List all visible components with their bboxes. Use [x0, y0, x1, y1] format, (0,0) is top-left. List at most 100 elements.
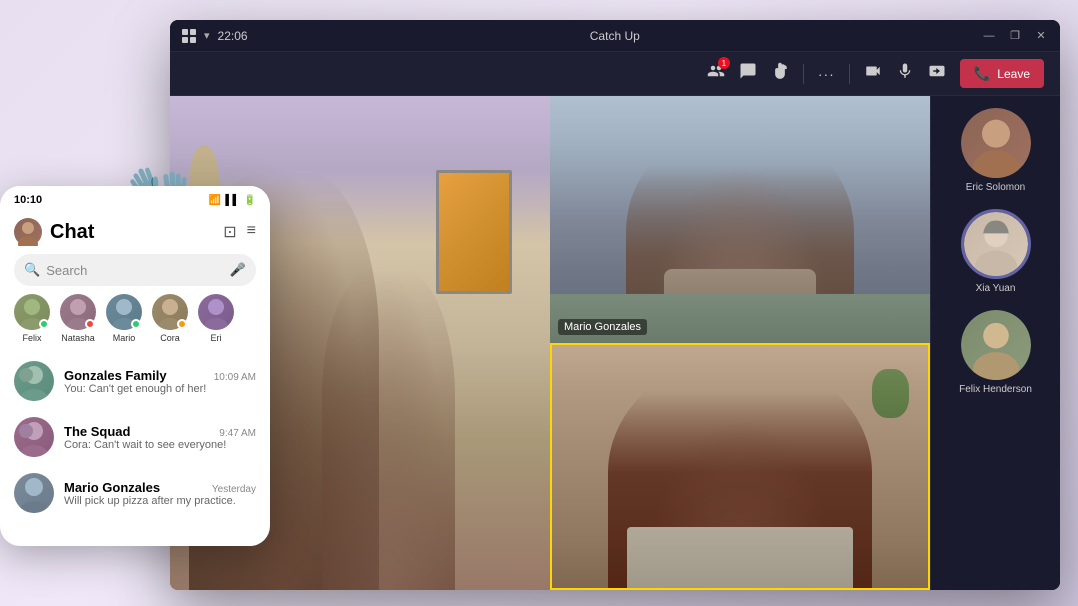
camera-button[interactable]	[864, 62, 882, 85]
mobile-status-bar: 10:10 📶 ▌▌ 🔋	[0, 186, 270, 214]
title-time: 22:06	[218, 29, 248, 43]
contact-mario[interactable]: Mario	[106, 294, 142, 343]
contact-felix[interactable]: Felix	[14, 294, 50, 343]
mario-label: Mario Gonzales	[558, 319, 647, 335]
mario-conv-top: Mario Gonzales Yesterday	[64, 480, 256, 495]
participant-xia[interactable]: Xia Yuan	[961, 209, 1031, 294]
mario-status-dot	[131, 319, 141, 329]
cora-contact-name: Cora	[160, 333, 180, 343]
video-grid: Mario Gonzales	[170, 96, 930, 590]
share-screen-button[interactable]	[928, 62, 946, 85]
participant-eric[interactable]: Eric Solomon	[961, 108, 1031, 193]
chat-list: Gonzales Family 10:09 AM You: Can't get …	[0, 353, 270, 521]
squad-preview: Cora: Can't wait to see everyone!	[64, 439, 256, 451]
contact-cora[interactable]: Cora	[152, 294, 188, 343]
mario-conv-avatar	[14, 473, 54, 513]
toolbar-icons: 1 ···	[707, 59, 1044, 88]
compose-icon[interactable]: ⊡	[223, 222, 236, 242]
grid-icon[interactable]	[182, 29, 196, 43]
eric-name: Eric Solomon	[966, 182, 1025, 193]
chat-item-squad[interactable]: The Squad 9:47 AM Cora: Can't wait to se…	[0, 409, 270, 465]
participant-sidebar: Eric Solomon Xia Yuan	[930, 96, 1060, 590]
mobile-status-icons: 📶 ▌▌ 🔋	[209, 195, 256, 206]
contact-row: Felix Natasha Mario	[0, 294, 270, 353]
participant-felix[interactable]: Felix Henderson	[959, 310, 1032, 395]
more-options-button[interactable]: ···	[818, 66, 835, 82]
gonzales-time: 10:09 AM	[214, 372, 256, 383]
restore-button[interactable]: ❐	[1008, 29, 1022, 43]
xia-avatar	[961, 209, 1031, 279]
felix-status-dot	[39, 319, 49, 329]
gonzales-name: Gonzales Family	[64, 368, 167, 383]
natasha-contact-name: Natasha	[61, 333, 95, 343]
filter-icon[interactable]: ≡	[247, 222, 256, 242]
contact-natasha[interactable]: Natasha	[60, 294, 96, 343]
title-bar-controls: — ❐ ✕	[982, 29, 1048, 43]
felix-avatar-bg	[961, 310, 1031, 380]
chat-header: Chat ⊡ ≡	[0, 214, 270, 254]
natasha-status-dot	[85, 319, 95, 329]
video-cell-mario: Mario Gonzales	[550, 96, 930, 343]
cora-status-dot	[177, 319, 187, 329]
squad-time: 9:47 AM	[219, 428, 256, 439]
dropdown-arrow[interactable]: ▾	[204, 29, 210, 42]
leave-label: Leave	[997, 67, 1030, 81]
mobile-time: 10:10	[14, 194, 42, 206]
raise-hand-icon[interactable]	[771, 62, 789, 85]
video-cell-bottom-right	[550, 343, 930, 590]
squad-content: The Squad 9:47 AM Cora: Can't wait to se…	[64, 424, 256, 451]
chat-item-mario[interactable]: Mario Gonzales Yesterday Will pick up pi…	[0, 465, 270, 521]
mario-contact-avatar	[106, 294, 142, 330]
chat-icon[interactable]	[739, 62, 757, 85]
mario-conv-time: Yesterday	[212, 484, 256, 495]
toolbar-separator	[803, 64, 804, 84]
mario-conv-content: Mario Gonzales Yesterday Will pick up pi…	[64, 480, 256, 507]
search-placeholder: Search	[46, 263, 224, 278]
participants-icon[interactable]: 1	[707, 62, 725, 85]
cora-contact-avatar	[152, 294, 188, 330]
gonzales-preview: You: Can't get enough of her!	[64, 383, 256, 395]
battery-icon: 🔋	[244, 195, 256, 206]
participants-badge: 1	[718, 57, 730, 69]
teams-window: ▾ 22:06 Catch Up — ❐ ✕ 1	[170, 20, 1060, 590]
chat-user-avatar	[14, 218, 42, 246]
chat-search-bar[interactable]: 🔍 Search 🎤	[14, 254, 256, 286]
close-button[interactable]: ✕	[1034, 29, 1048, 43]
wifi-icon: 📶	[209, 195, 221, 206]
contact-eri[interactable]: Eri	[198, 294, 234, 343]
felix-avatar	[961, 310, 1031, 380]
squad-avatar	[14, 417, 54, 457]
phone-icon: 📞	[974, 65, 991, 82]
window-title: Catch Up	[590, 29, 640, 43]
felix-contact-name: Felix	[22, 333, 41, 343]
mario-conv-preview: Will pick up pizza after my practice.	[64, 495, 256, 507]
eric-avatar	[961, 108, 1031, 178]
search-icon: 🔍	[24, 262, 40, 278]
chat-header-icons: ⊡ ≡	[223, 222, 256, 242]
xia-avatar-bg	[964, 212, 1028, 276]
natasha-contact-avatar	[60, 294, 96, 330]
squad-name: The Squad	[64, 424, 130, 439]
gonzales-content: Gonzales Family 10:09 AM You: Can't get …	[64, 368, 256, 395]
minimize-button[interactable]: —	[982, 29, 996, 43]
chat-title-row: Chat	[14, 218, 94, 246]
mario-conv-name: Mario Gonzales	[64, 480, 160, 495]
mic-search-icon[interactable]: 🎤	[230, 262, 246, 278]
mobile-chat-overlay: 10:10 📶 ▌▌ 🔋 Chat ⊡ ≡ 🔍 Search 🎤	[0, 186, 270, 546]
gonzales-top: Gonzales Family 10:09 AM	[64, 368, 256, 383]
xia-name: Xia Yuan	[976, 283, 1016, 294]
leave-button[interactable]: 📞 Leave	[960, 59, 1044, 88]
toolbar-separator-2	[849, 64, 850, 84]
mic-button[interactable]	[896, 62, 914, 85]
chat-item-gonzales[interactable]: Gonzales Family 10:09 AM You: Can't get …	[0, 353, 270, 409]
felix-contact-avatar	[14, 294, 50, 330]
squad-top: The Squad 9:47 AM	[64, 424, 256, 439]
eric-avatar-bg	[961, 108, 1031, 178]
gonzales-avatar	[14, 361, 54, 401]
chat-title: Chat	[50, 221, 94, 244]
eri-contact-avatar	[198, 294, 234, 330]
title-bar: ▾ 22:06 Catch Up — ❐ ✕	[170, 20, 1060, 52]
video-area: Mario Gonzales	[170, 96, 1060, 590]
title-bar-left: ▾ 22:06	[182, 29, 248, 43]
felix-name: Felix Henderson	[959, 384, 1032, 395]
